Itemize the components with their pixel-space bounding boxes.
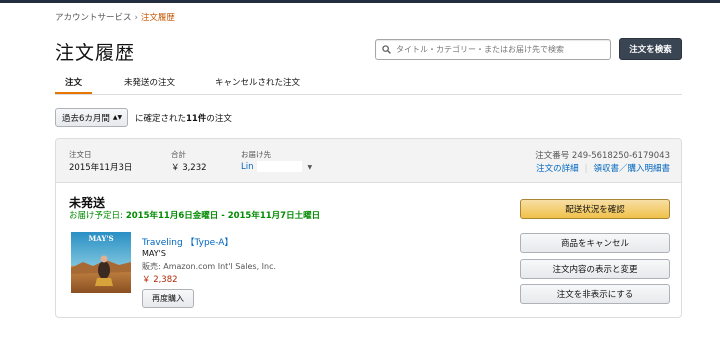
product-seller: 販売: Amazon.com Int'l Sales, Inc. bbox=[142, 262, 277, 271]
select-arrows-icon: ▲▼ bbox=[112, 114, 123, 121]
album-cover-title: MAY'S bbox=[88, 234, 113, 243]
order-date-label: 注文日 bbox=[69, 150, 92, 159]
breadcrumb-current: 注文履歴 bbox=[140, 13, 175, 23]
delivery-dates: 2015年11月6日金曜日 - 2015年11月7日土曜日 bbox=[125, 211, 321, 221]
filter-summary: に確定された11件の注文 bbox=[135, 112, 232, 124]
breadcrumb-separator: › bbox=[134, 13, 138, 23]
time-filter-select[interactable]: 過去6カ月間 ▲▼ bbox=[55, 108, 128, 127]
buy-again-button[interactable]: 再度購入 bbox=[142, 289, 194, 308]
filter-summary-suffix: の注文 bbox=[206, 114, 232, 124]
product-price: ￥ 2,382 bbox=[142, 275, 178, 285]
tab-unshipped[interactable]: 未発送の注文 bbox=[116, 78, 183, 94]
track-package-button[interactable]: 配送状況を確認 bbox=[520, 199, 670, 219]
search-box[interactable] bbox=[375, 39, 611, 60]
search-orders-button[interactable]: 注文を検索 bbox=[619, 38, 682, 60]
order-total-label: 合計 bbox=[171, 150, 186, 159]
top-bar bbox=[0, 0, 720, 3]
order-number: 注文番号 249-5618250-6179043 bbox=[535, 151, 670, 161]
cancel-items-button[interactable]: 商品をキャンセル bbox=[520, 233, 670, 253]
order-card: 注文日 2015年11月3日 合計 ￥ 3,232 お届け先 Lin ▼ 注文番号… bbox=[55, 138, 682, 318]
filter-summary-prefix: に確定された bbox=[135, 114, 187, 124]
ship-to-redacted bbox=[257, 161, 303, 172]
order-tabs: 注文 未発送の注文 キャンセルされた注文 bbox=[55, 78, 332, 94]
order-date-value: 2015年11月3日 bbox=[69, 163, 133, 173]
tabs-divider bbox=[55, 94, 682, 95]
product-thumbnail[interactable]: MAY'S bbox=[71, 232, 131, 293]
order-details-link[interactable]: 注文の詳細 bbox=[536, 164, 579, 174]
product-artist: MAY'S bbox=[142, 249, 166, 258]
tab-orders[interactable]: 注文 bbox=[55, 78, 93, 94]
chevron-down-icon: ▼ bbox=[307, 164, 313, 171]
page-title: 注文履歴 bbox=[55, 42, 136, 64]
product-title-link[interactable]: Traveling 【Type-A】 bbox=[142, 235, 233, 248]
time-filter-value: 過去6カ月間 bbox=[62, 113, 110, 124]
receipt-link[interactable]: 領収書／購入明細書 bbox=[593, 164, 670, 174]
search-icon bbox=[382, 45, 391, 54]
search-input[interactable] bbox=[396, 45, 601, 54]
ship-to-name[interactable]: Lin bbox=[241, 162, 253, 172]
tab-cancelled[interactable]: キャンセルされた注文 bbox=[207, 78, 308, 94]
delivery-label: お届け予定日: bbox=[69, 211, 123, 221]
delivery-estimate: お届け予定日: 2015年11月6日金曜日 - 2015年11月7日土曜日 bbox=[69, 209, 320, 221]
ship-to-dropdown[interactable]: Lin ▼ bbox=[241, 161, 312, 172]
ship-to-label: お届け先 bbox=[241, 150, 271, 159]
order-header: 注文日 2015年11月3日 合計 ￥ 3,232 お届け先 Lin ▼ 注文番号… bbox=[56, 139, 681, 183]
view-edit-order-button[interactable]: 注文内容の表示と変更 bbox=[520, 259, 670, 279]
order-links: 注文の詳細 | 領収書／購入明細書 bbox=[536, 162, 670, 174]
link-divider: | bbox=[584, 164, 588, 174]
hide-order-button[interactable]: 注文を非表示にする bbox=[520, 284, 670, 304]
order-count: 11件 bbox=[186, 114, 207, 124]
order-total-value: ￥ 3,232 bbox=[171, 163, 207, 173]
breadcrumb: アカウントサービス › 注文履歴 bbox=[55, 11, 175, 23]
breadcrumb-parent[interactable]: アカウントサービス bbox=[55, 13, 132, 23]
